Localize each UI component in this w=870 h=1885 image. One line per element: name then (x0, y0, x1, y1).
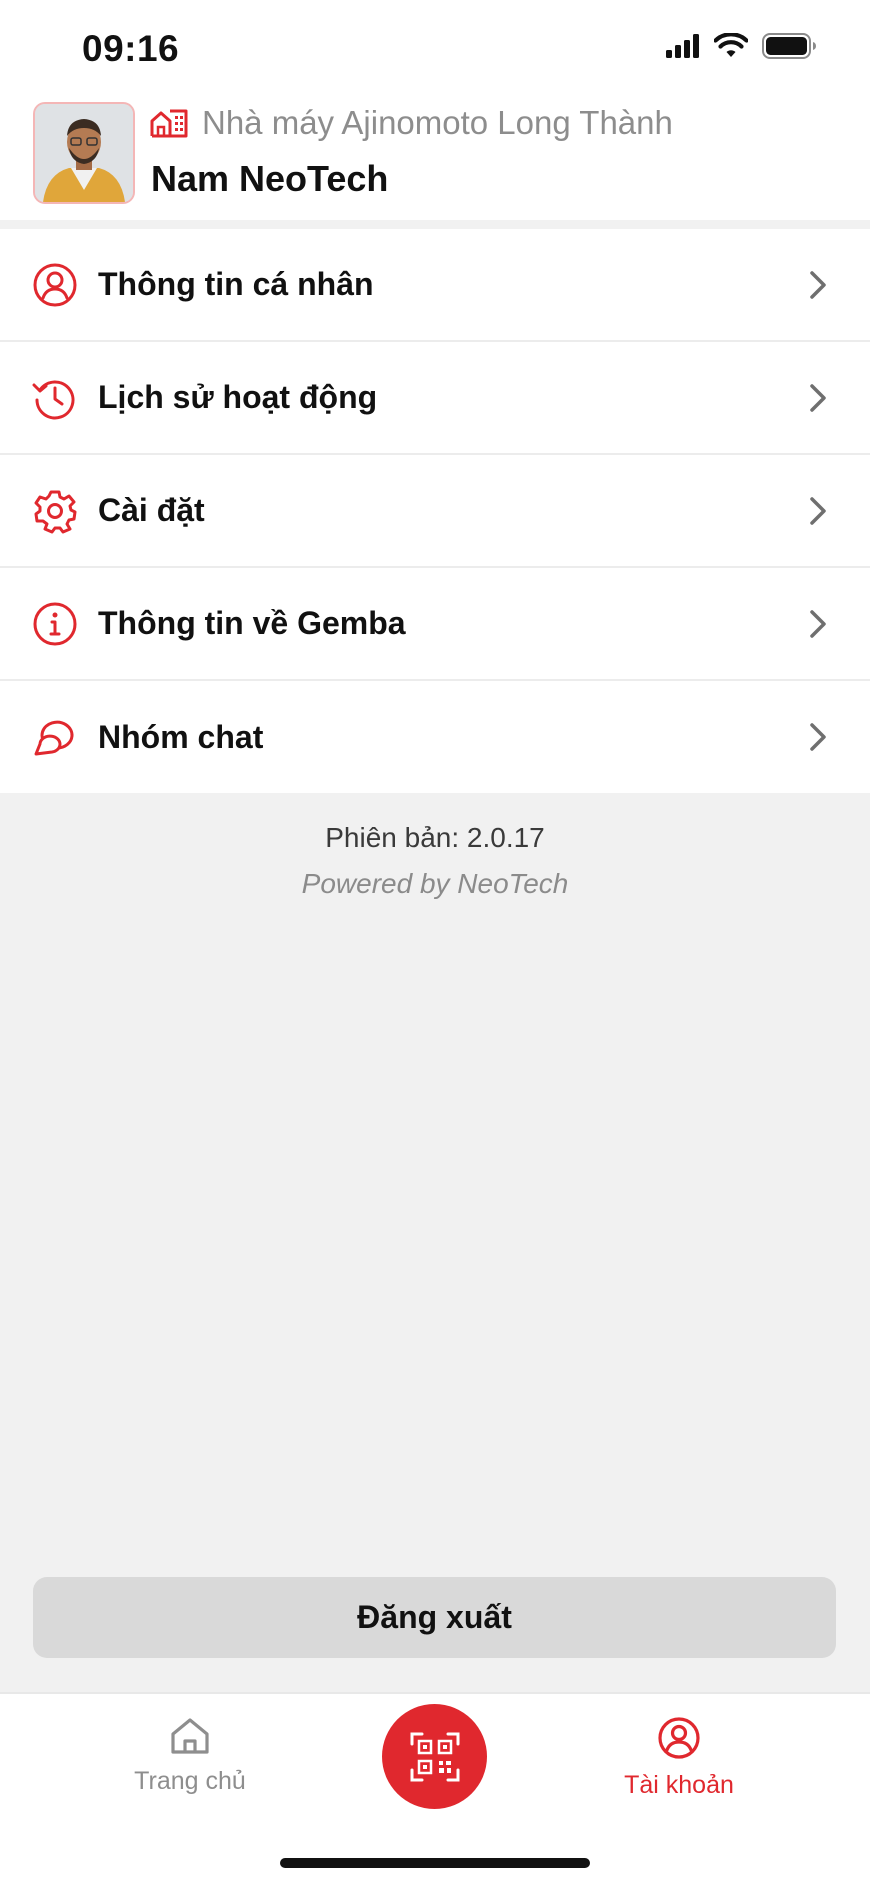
app-version: Phiên bản: 2.0.17 (325, 822, 545, 853)
menu-item-chat-group[interactable]: Nhóm chat (0, 681, 870, 793)
status-bar: 09:16 (0, 0, 870, 100)
menu-item-label: Lịch sử hoạt động (98, 379, 378, 415)
menu-item-personal-info[interactable]: Thông tin cá nhân (0, 229, 870, 342)
chevron-right-icon (810, 496, 826, 525)
status-icons (666, 33, 818, 59)
account-icon (658, 1717, 700, 1759)
history-icon (32, 379, 75, 419)
home-indicator (280, 1858, 590, 1868)
powered-by: Powered by NeoTech (301, 868, 569, 899)
profile-header: Nhà máy Ajinomoto Long Thành Nam NeoTech (0, 100, 870, 220)
user-name: Nam NeoTech (151, 158, 389, 199)
home-icon (171, 1718, 209, 1754)
menu-item-label: Thông tin cá nhân (98, 266, 374, 302)
tab-home[interactable]: Trang chủ (90, 1716, 290, 1796)
bottom-tab-bar: Trang chủ Tài khoản (0, 1692, 870, 1885)
user-circle-icon (33, 263, 77, 306)
factory-row: Nhà máy Ajinomoto Long Thành (150, 104, 673, 142)
tab-account-label: Tài khoản (624, 1771, 734, 1799)
menu-item-settings[interactable]: Cài đặt (0, 455, 870, 568)
chat-icon (34, 720, 74, 756)
tab-account[interactable]: Tài khoản (579, 1716, 779, 1800)
chevron-right-icon (810, 383, 826, 412)
chevron-right-icon (810, 270, 826, 299)
info-icon (33, 602, 77, 645)
factory-icon (150, 109, 188, 138)
menu-item-activity-history[interactable]: Lịch sử hoạt động (0, 342, 870, 455)
logout-button[interactable]: Đăng xuất (33, 1577, 836, 1658)
avatar[interactable] (33, 102, 135, 204)
wifi-icon (714, 33, 748, 57)
gear-icon (34, 490, 77, 533)
tab-home-label: Trang chủ (134, 1767, 246, 1795)
account-menu: Thông tin cá nhân Lịch sử hoạt động Cài … (0, 229, 870, 793)
avatar-photo (35, 104, 133, 202)
cellular-signal-icon (666, 34, 699, 58)
qr-code-icon (410, 1732, 459, 1781)
menu-item-label: Thông tin về Gemba (98, 605, 406, 641)
battery-icon (762, 33, 816, 59)
chevron-right-icon (810, 723, 826, 751)
menu-item-label: Cài đặt (98, 492, 205, 528)
menu-item-about-gemba[interactable]: Thông tin về Gemba (0, 568, 870, 681)
factory-name: Nhà máy Ajinomoto Long Thành (202, 104, 673, 141)
status-time: 09:16 (82, 28, 180, 69)
qr-scan-button[interactable] (382, 1704, 487, 1809)
chevron-right-icon (810, 609, 826, 638)
menu-item-label: Nhóm chat (98, 718, 264, 755)
